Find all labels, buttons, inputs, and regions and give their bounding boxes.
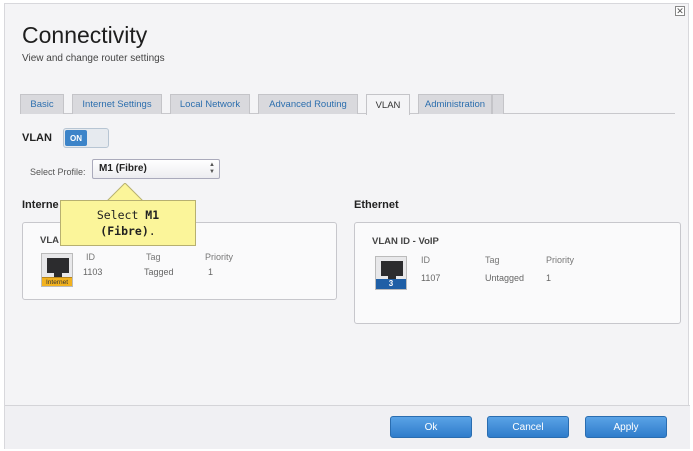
callout-bold-text: M1 (145, 208, 160, 222)
tab-administration[interactable]: Administration (418, 94, 492, 114)
callout-line-2: (Fibre). (61, 223, 195, 239)
cancel-button[interactable]: Cancel (487, 416, 569, 438)
callout-arrow-icon (106, 183, 144, 201)
tab-advanced-routing[interactable]: Advanced Routing (258, 94, 358, 114)
callout-bold-text: (Fibre) (100, 224, 149, 238)
toggle-on-indicator: ON (65, 130, 87, 146)
select-arrows-icon: ▲ ▼ (209, 162, 215, 175)
tab-label: Administration (424, 99, 486, 110)
tab-basic[interactable]: Basic (20, 94, 64, 114)
port-jack (47, 258, 69, 277)
tab-vlan[interactable]: VLAN (366, 94, 410, 115)
tab-label: VLAN (375, 99, 401, 111)
vlan-toggle[interactable]: ON (63, 128, 109, 148)
ethernet-id-value: 1107 (421, 273, 441, 283)
tab-label: Local Network (179, 99, 241, 110)
callout-line-1: Select M1 (61, 207, 195, 223)
internet-priority-value: 1 (208, 267, 214, 277)
close-icon[interactable]: ✕ (675, 6, 685, 16)
page-title: Connectivity (22, 22, 148, 48)
page-subtitle: View and change router settings (22, 53, 165, 64)
internet-port-icon: Internet (41, 253, 73, 287)
apply-button[interactable]: Apply (585, 416, 667, 438)
tab-label: Advanced Routing (269, 99, 347, 110)
callout-text: . (148, 224, 156, 238)
profile-select[interactable]: M1 (Fibre) ▲ ▼ (92, 159, 220, 179)
callout-text: Select (96, 208, 146, 222)
ethernet-port-label: 3 (376, 279, 406, 289)
internet-col-priority: Priority (205, 252, 234, 262)
ethernet-tag-value: Untagged (485, 273, 525, 283)
ethernet-port-icon: 3 (375, 256, 407, 290)
instruction-callout: Select M1 (Fibre). (60, 200, 196, 246)
tab-label: Internet Settings (82, 99, 152, 110)
ethernet-col-id: ID (421, 255, 430, 265)
internet-col-id: ID (86, 252, 95, 262)
internet-panel-head: VLA (40, 235, 59, 246)
ethernet-priority-value: 1 (546, 273, 552, 283)
tab-internet-settings[interactable]: Internet Settings (72, 94, 162, 114)
internet-col-tag: Tag (146, 252, 161, 262)
tab-local-network[interactable]: Local Network (170, 94, 250, 114)
vlan-label: VLAN (22, 132, 52, 144)
ok-button[interactable]: Ok (390, 416, 472, 438)
internet-tag-value: Tagged (144, 267, 174, 277)
ethernet-col-tag: Tag (485, 255, 500, 265)
internet-id-value: 1103 (83, 267, 103, 277)
tab-label: Basic (30, 99, 54, 110)
connectivity-page: ✕ Connectivity View and change router se… (4, 3, 690, 449)
port-jack (381, 261, 403, 280)
tab-filler (492, 94, 504, 114)
profile-select-value: M1 (Fibre) (99, 163, 147, 174)
internet-port-label: Internet (42, 277, 72, 286)
internet-section-title: Interne (22, 199, 59, 211)
ethernet-vlan-panel: VLAN ID - VoIP 3 ID Tag Priority 1107 Un… (354, 222, 681, 324)
ethernet-section-title: Ethernet (354, 199, 399, 211)
ethernet-col-priority: Priority (546, 255, 575, 265)
tab-bar: Basic Internet Settings Local Network Ad… (20, 94, 675, 115)
ethernet-panel-head: VLAN ID - VoIP (372, 236, 439, 247)
select-profile-label: Select Profile: (30, 167, 86, 177)
